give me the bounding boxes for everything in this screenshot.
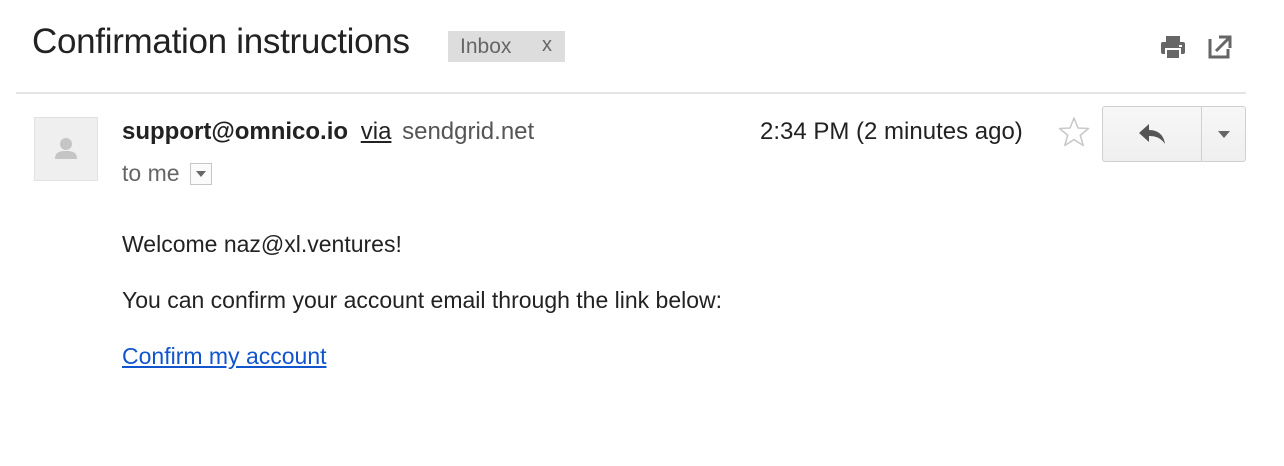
sender-avatar [34,117,98,181]
reply-icon [1139,124,1165,144]
via-domain: sendgrid.net [402,118,535,145]
reply-button-group [1102,106,1246,162]
person-icon [55,138,77,159]
chevron-down-icon [195,170,206,177]
email-timestamp: 2:34 PM (2 minutes ago) [760,118,1023,145]
label-chip-inbox[interactable]: Inbox x [448,31,565,62]
remove-label-button[interactable]: x [542,34,552,57]
via-link[interactable]: via [361,118,392,145]
print-icon[interactable] [1157,31,1189,63]
more-actions-button[interactable] [1202,107,1245,161]
open-in-new-window-icon[interactable] [1204,31,1236,63]
subject-header: Confirmation instructions Inbox x [0,0,1284,94]
show-details-button[interactable] [189,162,212,185]
confirm-account-link[interactable]: Confirm my account [122,343,327,370]
sender-email[interactable]: support@omnico.io [122,118,348,145]
greeting-text: Welcome naz@xl.ventures! [122,231,402,257]
sender-line: support@omnico.io via sendgrid.net [122,118,534,146]
header-divider [16,92,1246,94]
label-name: Inbox [460,34,512,58]
recipient-line: to me [122,160,212,187]
chevron-down-icon [1217,130,1230,138]
recipient-text: to me [122,160,180,186]
email-subject: Confirmation instructions [32,22,410,61]
reply-button[interactable] [1103,107,1202,161]
instruction-text: You can confirm your account email throu… [122,287,723,313]
star-icon[interactable] [1057,115,1091,149]
